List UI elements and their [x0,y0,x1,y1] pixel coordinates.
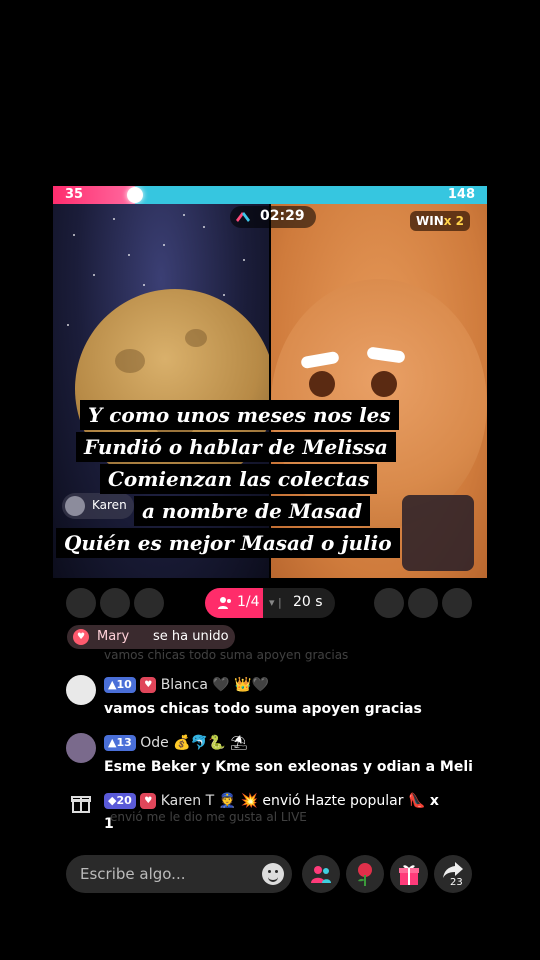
caption-line-3: Comienzan las colectas [100,464,378,494]
gift-multiplier: x [429,793,439,809]
avatar [65,496,85,516]
people-icon [311,866,331,883]
left-host-name: Karen [92,498,127,512]
guest-count: 1/4 [237,594,260,610]
caption-line-2: Fundió o hablar de Melissa [76,432,396,462]
share-count: 23 [450,877,463,888]
guest-avatar[interactable] [408,588,438,618]
eyebrow-icon [300,350,340,370]
gift-text: envió Hazte popular [262,793,404,809]
chat-message: ▲10 ♥ Blanca 🖤 👑🖤 vamos chicas todo suma… [66,675,486,721]
guest-avatar[interactable] [442,588,472,618]
battle-timer: 02:29 [230,206,316,228]
comment-input[interactable]: Escribe algo... [66,855,292,893]
gift-icon [71,796,91,813]
right-score: 148 [447,187,475,202]
chat-username[interactable]: Karen T [161,793,214,809]
rose-gift-button[interactable] [346,855,384,893]
faded-chat-line: envió me le dio me gusta al LIVE [110,810,307,824]
joined-text: se ha unido [153,629,229,644]
score-divider-spark [127,187,144,203]
left-score: 35 [65,187,84,202]
emoji-icon[interactable] [262,863,284,885]
gift-button[interactable] [390,855,428,893]
guest-avatar[interactable] [134,588,164,618]
join-timer: 20 s [293,594,323,610]
battle-score-bar: 35 148 [53,186,487,204]
guest-avatar[interactable] [66,588,96,618]
user-decor: 👮 💥 [218,793,258,809]
guest-avatar[interactable] [374,588,404,618]
people-icon [218,597,231,609]
user-decor: 💰🐬🐍 ⛱ [173,735,248,751]
guest-request-button[interactable] [302,855,340,893]
chat-username[interactable]: Blanca [161,677,208,693]
level-badge: ▲13 [104,735,136,751]
faded-chat-line: vamos chicas todo suma apoyen gracias [104,648,349,662]
level-badge: ◆20 [104,793,136,809]
chat-text: Esme Beker y Kme son exleonas y odian a … [104,759,473,775]
user-decor: 🖤 👑🖤 [212,677,270,693]
fan-badge-icon: ♥ [140,677,157,693]
chat-text: vamos chicas todo suma apoyen gracias [104,701,422,717]
win-multiplier: x 2 [443,214,465,228]
avatar[interactable] [66,675,96,705]
win-streak-badge: WINx 2 [410,211,471,231]
caption-line-1: Y como unos meses nos les [80,400,399,430]
chat-username[interactable]: Ode [140,735,169,751]
comment-placeholder: Escribe algo... [80,865,186,883]
battle-icon [236,212,250,222]
gift-box-icon [399,865,419,885]
join-guest-button[interactable]: 1/4 ▾ | 20 s [205,588,335,618]
fan-level-icon: ♥ [73,629,89,645]
share-button[interactable]: 23 [434,855,472,893]
eye-icon [371,371,397,397]
left-host-chip[interactable]: Karen [62,493,134,519]
win-label: WIN [416,214,444,228]
timer-text: 02:29 [260,208,305,224]
chat-message: ▲13 Ode 💰🐬🐍 ⛱ Esme Beker y Kme son exleo… [66,733,486,779]
right-host-thumbnail[interactable] [402,495,474,571]
caption-line-5: Quién es mejor Masad o julio [56,528,400,558]
eye-icon [309,371,335,397]
separator-icon: ▾ | [269,596,282,609]
rose-icon [358,863,372,886]
gift-decor: 👠 [407,793,426,809]
eyebrow-icon [366,346,406,364]
user-joined-banner: ♥ Mary se ha unido [67,625,235,649]
level-badge: ▲10 [104,677,136,693]
fan-badge-icon: ♥ [140,793,157,809]
guest-avatar[interactable] [100,588,130,618]
avatar[interactable] [66,733,96,763]
joined-username: Mary [97,629,130,644]
caption-line-4: a nombre de Masad [134,496,371,526]
